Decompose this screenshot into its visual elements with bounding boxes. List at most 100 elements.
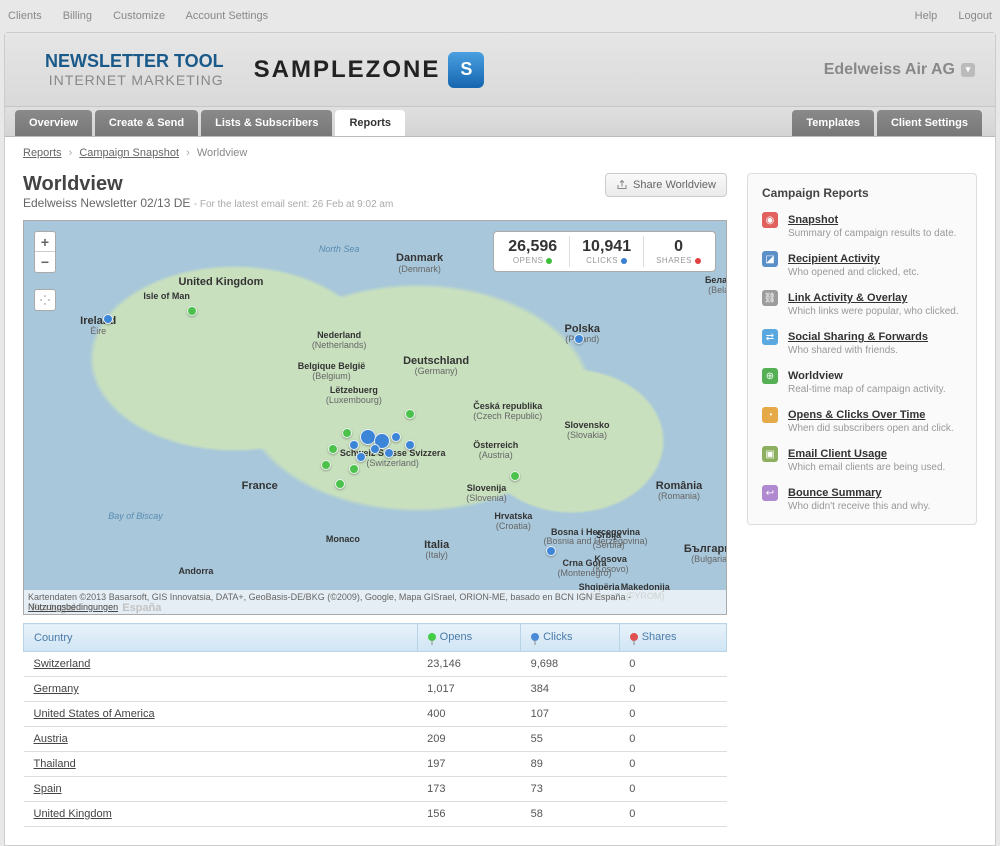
- map-pin[interactable]: [384, 448, 394, 458]
- country-link[interactable]: Austria: [34, 733, 68, 745]
- report-desc: When did subscribers open and click.: [788, 423, 954, 434]
- report-icon: ⊕: [762, 368, 778, 384]
- tab-client-settings[interactable]: Client Settings: [877, 110, 982, 136]
- report-link[interactable]: Bounce Summary: [788, 487, 882, 499]
- campaign-reports-panel: Campaign Reports ◉SnapshotSummary of cam…: [747, 173, 977, 525]
- pin-blue-icon: [531, 633, 539, 641]
- nav-account-settings[interactable]: Account Settings: [186, 10, 269, 22]
- report-link[interactable]: Opens & Clicks Over Time: [788, 409, 925, 421]
- tab-overview[interactable]: Overview: [15, 110, 92, 136]
- report-nav-item[interactable]: ⇄Social Sharing & ForwardsWho shared wit…: [762, 329, 962, 356]
- country-link[interactable]: Thailand: [34, 758, 76, 770]
- report-nav-item[interactable]: ◔Opens & Clicks Over TimeWhen did subscr…: [762, 407, 962, 434]
- country-link[interactable]: Spain: [34, 783, 62, 795]
- table-row: United States of America4001070: [24, 702, 727, 727]
- stat-clicks-value: 10,941: [582, 238, 631, 256]
- country-link[interactable]: United Kingdom: [34, 808, 112, 820]
- map-pin[interactable]: [187, 306, 197, 316]
- report-icon: ⛓: [762, 290, 778, 306]
- chevron-down-icon: ▾: [961, 63, 975, 77]
- pin-green-icon: [428, 633, 436, 641]
- brand-badge-icon: S: [448, 52, 484, 88]
- map-pin[interactable]: [103, 314, 113, 324]
- brand-logo: SAMPLEZONE S: [254, 52, 485, 88]
- map-terms-link[interactable]: Nutzungsbedingungen: [28, 602, 118, 612]
- table-row: Austria209550: [24, 727, 727, 752]
- breadcrumb: Reports › Campaign Snapshot › Worldview: [5, 137, 995, 169]
- report-link[interactable]: Recipient Activity: [788, 253, 880, 265]
- map-pin[interactable]: [342, 428, 352, 438]
- app-logo-text: NEWSLETTER TOOL INTERNET MARKETING: [45, 51, 224, 88]
- main-tabs: Overview Create & Send Lists & Subscribe…: [5, 107, 995, 137]
- table-row: Spain173730: [24, 777, 727, 802]
- report-link[interactable]: Snapshot: [788, 214, 838, 226]
- zoom-in-button[interactable]: +: [35, 232, 55, 252]
- country-link[interactable]: Switzerland: [34, 658, 91, 670]
- table-row: Thailand197890: [24, 752, 727, 777]
- crumb-reports[interactable]: Reports: [23, 147, 62, 159]
- nav-logout[interactable]: Logout: [958, 10, 992, 22]
- map-pin[interactable]: [405, 409, 415, 419]
- top-utility-bar: Clients Billing Customize Account Settin…: [0, 0, 1000, 32]
- map-pin[interactable]: [405, 440, 415, 450]
- report-icon: ↩: [762, 485, 778, 501]
- map-pan-control[interactable]: [34, 289, 56, 311]
- map-zoom-control: + −: [34, 231, 56, 273]
- report-nav-item[interactable]: ◉SnapshotSummary of campaign results to …: [762, 212, 962, 239]
- zoom-out-button[interactable]: −: [35, 252, 55, 272]
- report-link[interactable]: Worldview: [788, 370, 843, 382]
- col-country[interactable]: Country: [24, 624, 418, 652]
- table-row: Germany1,0173840: [24, 677, 727, 702]
- nav-billing[interactable]: Billing: [63, 10, 92, 22]
- report-nav-item[interactable]: ◪Recipient ActivityWho opened and clicke…: [762, 251, 962, 278]
- map-pin[interactable]: [356, 452, 366, 462]
- country-stats-table: Country Opens Clicks Shares Switzerland2…: [23, 623, 727, 827]
- map-pin[interactable]: [370, 444, 380, 454]
- map-pin[interactable]: [335, 479, 345, 489]
- report-link[interactable]: Social Sharing & Forwards: [788, 331, 928, 343]
- map-pin[interactable]: [349, 440, 359, 450]
- page-title: Worldview: [23, 173, 393, 196]
- report-desc: Who shared with friends.: [788, 345, 928, 356]
- report-desc: Who opened and clicked, etc.: [788, 267, 919, 278]
- share-icon: [616, 179, 628, 191]
- map-attribution: Kartendaten ©2013 Basarsoft, GIS Innovat…: [24, 590, 726, 614]
- nav-help[interactable]: Help: [915, 10, 938, 22]
- dot-red-icon: [695, 258, 701, 264]
- share-worldview-button[interactable]: Share Worldview: [605, 173, 727, 197]
- tab-lists-subscribers[interactable]: Lists & Subscribers: [201, 110, 332, 136]
- map-pin[interactable]: [328, 444, 338, 454]
- map-pin[interactable]: [574, 334, 584, 344]
- col-opens[interactable]: Opens: [417, 624, 520, 652]
- crumb-campaign-snapshot[interactable]: Campaign Snapshot: [79, 147, 179, 159]
- col-clicks[interactable]: Clicks: [521, 624, 620, 652]
- worldview-map[interactable]: United KingdomIsle of ManIrelandÉireNort…: [23, 220, 727, 615]
- dot-green-icon: [546, 258, 552, 264]
- report-desc: Real-time map of campaign activity.: [788, 384, 946, 395]
- report-nav-item[interactable]: ⛓Link Activity & OverlayWhich links were…: [762, 290, 962, 317]
- nav-customize[interactable]: Customize: [113, 10, 165, 22]
- map-pin[interactable]: [349, 464, 359, 474]
- map-pin[interactable]: [391, 432, 401, 442]
- map-pin[interactable]: [321, 460, 331, 470]
- nav-clients[interactable]: Clients: [8, 10, 42, 22]
- map-pin[interactable]: [510, 471, 520, 481]
- report-nav-item[interactable]: ▣Email Client UsageWhich email clients a…: [762, 446, 962, 473]
- report-link[interactable]: Email Client Usage: [788, 448, 887, 460]
- country-link[interactable]: Germany: [34, 683, 79, 695]
- map-stats-panel: 26,596 OPENS 10,941 CLICKS 0 SHARES: [493, 231, 716, 272]
- tab-reports[interactable]: Reports: [335, 110, 405, 136]
- report-nav-item[interactable]: ⊕ Worldview Real-time map of campaign acti…: [762, 368, 962, 395]
- report-link[interactable]: Link Activity & Overlay: [788, 292, 907, 304]
- col-shares[interactable]: Shares: [619, 624, 726, 652]
- report-icon: ▣: [762, 446, 778, 462]
- stat-opens-value: 26,596: [508, 238, 557, 256]
- report-nav-item[interactable]: ↩Bounce SummaryWho didn't receive this a…: [762, 485, 962, 512]
- country-link[interactable]: United States of America: [34, 708, 155, 720]
- crumb-current: Worldview: [197, 147, 248, 159]
- tab-create-send[interactable]: Create & Send: [95, 110, 198, 136]
- client-selector[interactable]: Edelweiss Air AG ▾: [824, 61, 975, 79]
- dot-blue-icon: [621, 258, 627, 264]
- map-pin[interactable]: [546, 546, 556, 556]
- tab-templates[interactable]: Templates: [792, 110, 874, 136]
